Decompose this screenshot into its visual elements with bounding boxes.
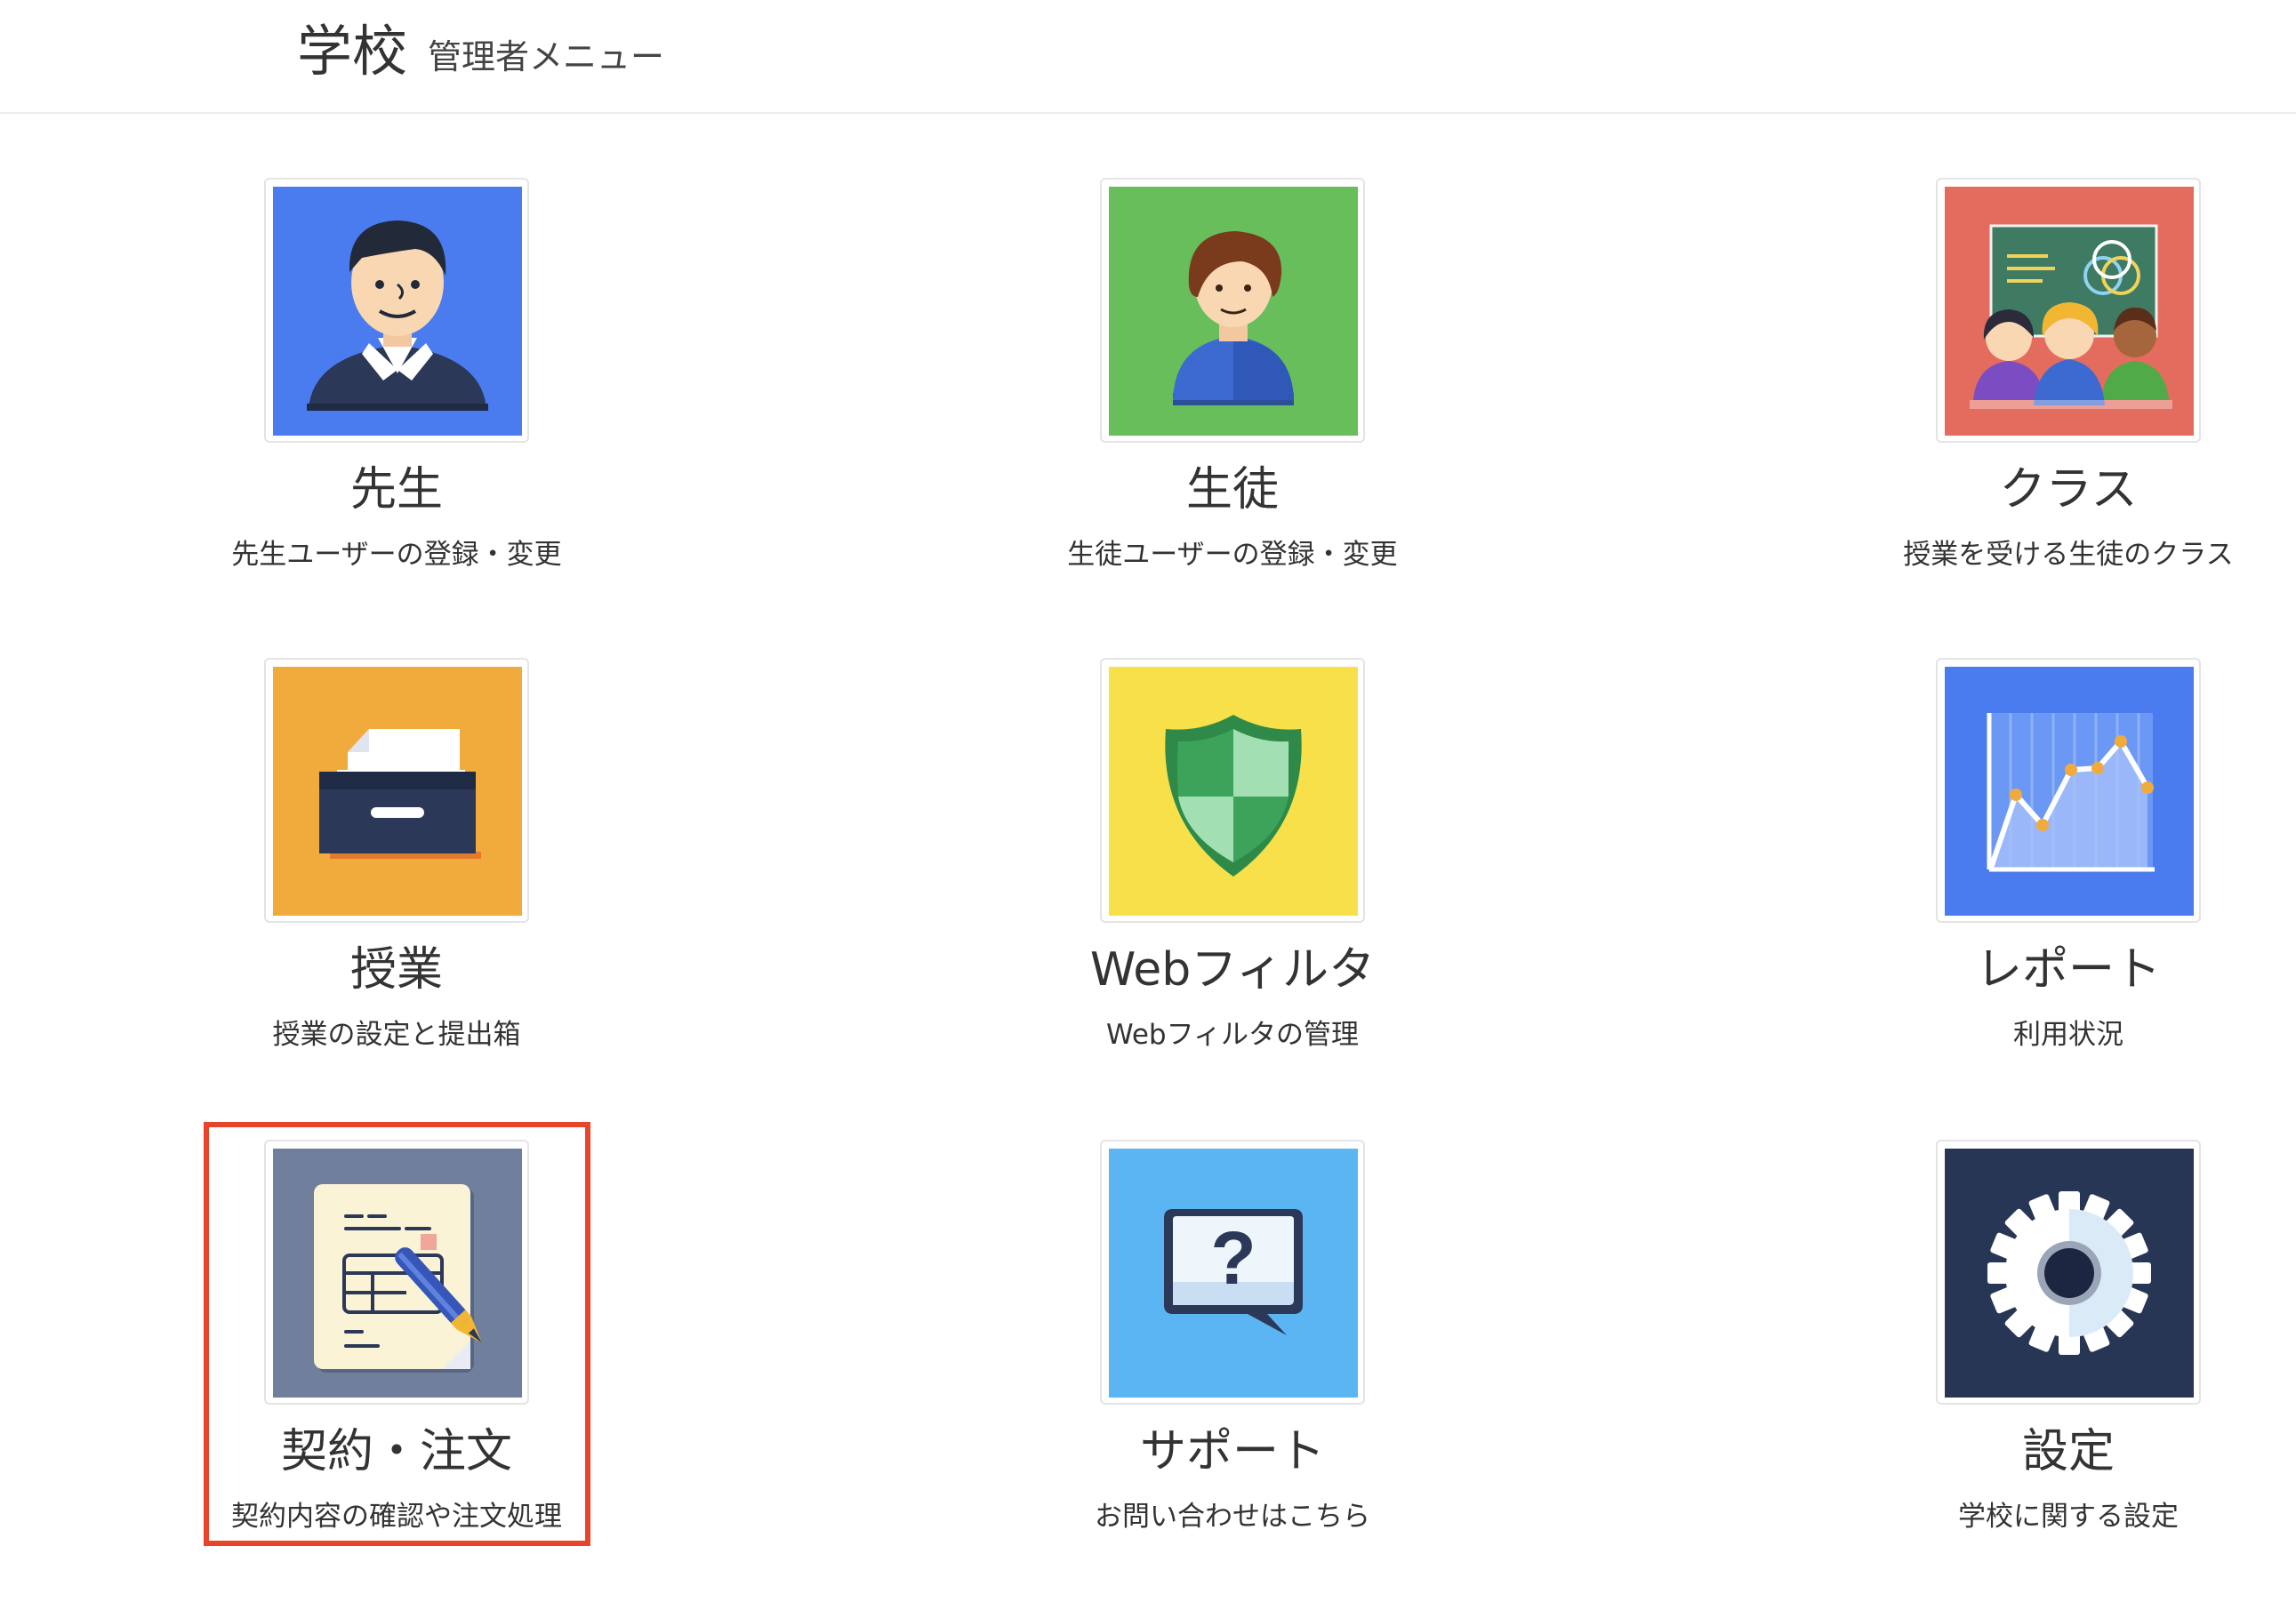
tile-description: 学校に関する設定: [1958, 1501, 2179, 1533]
page-header: 学校 管理者メニュー: [0, 0, 2296, 114]
menu-tile-contracts[interactable]: 契約・注文 契約内容の確認や注文処理: [167, 1140, 630, 1602]
question-bubble-icon: ?: [1109, 1149, 1358, 1398]
menu-tile-teachers[interactable]: 先生 先生ユーザーの登録・変更: [167, 178, 630, 640]
student-icon: [1109, 187, 1358, 436]
menu-tile-settings[interactable]: 設定 学校に関する設定: [1839, 1140, 2296, 1602]
tile-description: 利用状況: [2013, 1019, 2123, 1051]
tile-description: 契約内容の確認や注文処理: [231, 1501, 562, 1533]
tile-icon-frame[interactable]: [1936, 1140, 2201, 1405]
teacher-icon: [273, 187, 522, 436]
tile-label: 契約・注文: [280, 1425, 512, 1478]
school-title: 学校: [297, 19, 408, 84]
tile-description: 先生ユーザーの登録・変更: [231, 539, 562, 571]
menu-tile-lessons[interactable]: 授業 授業の設定と提出箱: [167, 658, 630, 1120]
class-icon: [1945, 187, 2194, 436]
admin-menu-subtitle: 管理者メニュー: [428, 37, 665, 76]
tile-label: 先生: [349, 463, 443, 517]
tile-icon-frame[interactable]: [1936, 178, 2201, 443]
tile-label: 設定: [2021, 1425, 2115, 1478]
tile-icon-frame[interactable]: [264, 178, 529, 443]
menu-tile-students[interactable]: 生徒 生徒ユーザーの登録・変更: [1003, 178, 1465, 640]
svg-text:?: ?: [1210, 1216, 1256, 1300]
tile-icon-frame[interactable]: [264, 658, 529, 923]
tile-description: 授業の設定と提出箱: [272, 1019, 521, 1051]
tile-label: 授業: [349, 943, 443, 997]
tile-icon-frame[interactable]: [1100, 178, 1365, 443]
tile-description: お問い合わせはこちら: [1095, 1501, 1370, 1533]
tile-label: Webフィルタ: [1089, 943, 1376, 997]
inbox-tray-icon: [273, 667, 522, 916]
tile-label: サポート: [1139, 1425, 1325, 1478]
menu-tile-support[interactable]: ? サポート お問い合わせはこちら: [1003, 1140, 1465, 1602]
tile-label: クラス: [1999, 463, 2138, 517]
tile-description: 授業を受ける生徒のクラス: [1903, 539, 2234, 571]
tile-icon-frame[interactable]: [264, 1140, 529, 1405]
contract-pen-icon: [273, 1149, 522, 1398]
gear-icon: [1945, 1149, 2194, 1398]
line-chart-icon: [1945, 667, 2194, 916]
menu-tile-web-filter[interactable]: Webフィルタ Webフィルタの管理: [1003, 658, 1465, 1120]
menu-tile-classes[interactable]: クラス 授業を受ける生徒のクラス: [1839, 178, 2296, 640]
menu-tile-reports[interactable]: レポート 利用状況: [1839, 658, 2296, 1120]
tile-label: レポート: [1975, 943, 2161, 997]
tile-description: 生徒ユーザーの登録・変更: [1067, 539, 1398, 571]
shield-icon: [1109, 667, 1358, 916]
tile-icon-frame[interactable]: [1100, 658, 1365, 923]
tile-icon-frame[interactable]: ?: [1100, 1140, 1365, 1405]
tile-label: 生徒: [1185, 463, 1279, 517]
tile-description: Webフィルタの管理: [1106, 1019, 1359, 1051]
tile-icon-frame[interactable]: [1936, 658, 2201, 923]
